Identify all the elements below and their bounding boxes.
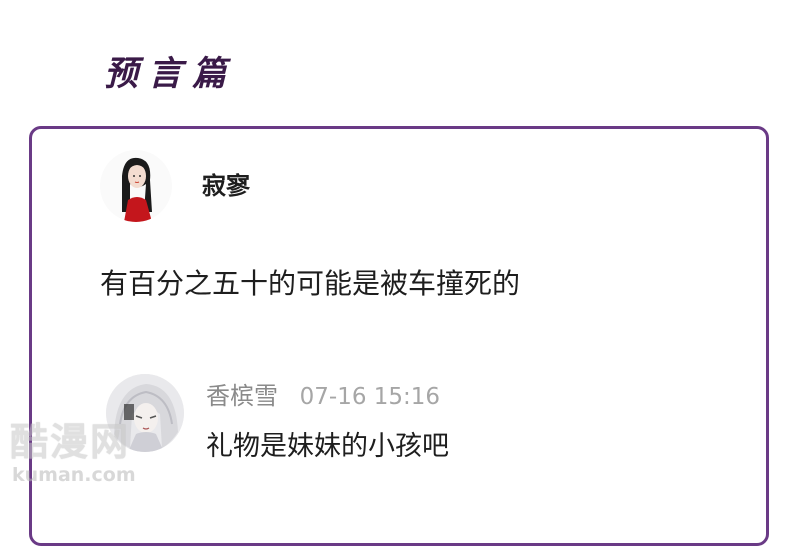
girl-portrait-avatar-icon — [100, 150, 172, 222]
post-author-avatar[interactable] — [100, 150, 172, 222]
reply-timestamp: 07-16 15:16 — [299, 384, 441, 410]
watermark-logo-text: 酷漫网 — [10, 420, 131, 464]
post-author-name[interactable]: 寂寥 — [202, 166, 250, 201]
site-watermark: 酷漫网 kuman.com — [10, 420, 136, 486]
reply-content: 礼物是妹妹的小孩吧 — [206, 431, 449, 462]
reply-header: 香槟雪 07-16 15:16 — [206, 376, 440, 411]
reply-author-name[interactable]: 香槟雪 — [206, 382, 278, 410]
post-content: 有百分之五十的可能是被车撞死的 — [100, 267, 521, 300]
section-title: 预言篇 — [104, 54, 236, 94]
watermark-domain: kuman.com — [12, 464, 136, 486]
